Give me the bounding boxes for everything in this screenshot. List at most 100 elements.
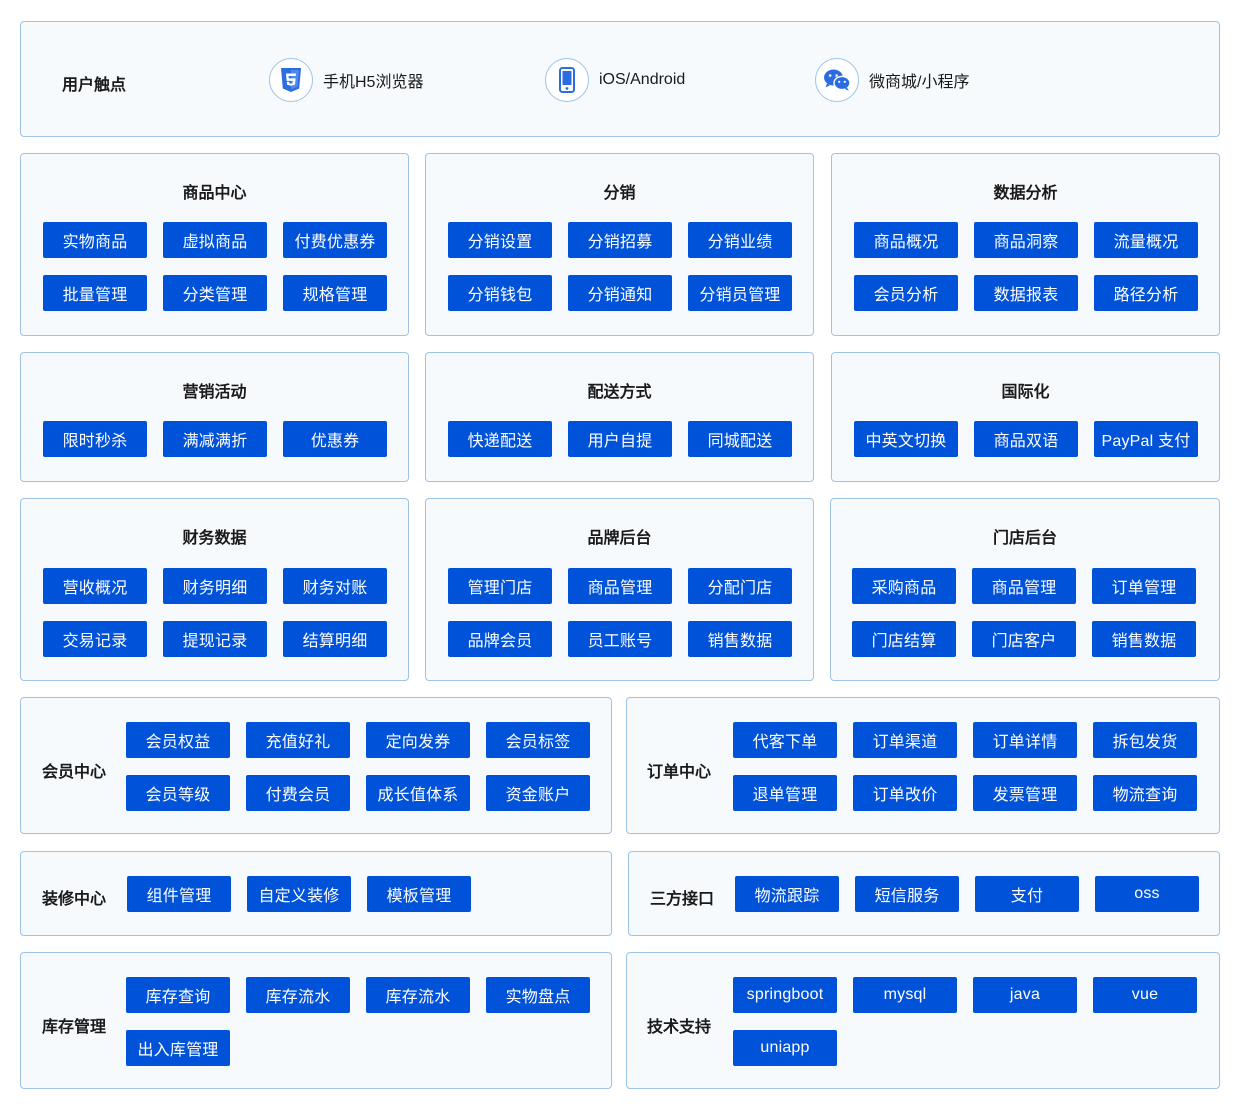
module-item[interactable]: 商品洞察 [974, 222, 1078, 258]
module-item[interactable]: 实物盘点 [486, 977, 590, 1013]
module-item[interactable]: 库存查询 [126, 977, 230, 1013]
module-item[interactable]: 会员分析 [854, 275, 958, 311]
module-item[interactable]: 订单管理 [1092, 568, 1196, 604]
module-item[interactable]: 退单管理 [733, 775, 837, 811]
touchpoint-label: iOS/Android [599, 71, 686, 88]
module-item[interactable]: 门店客户 [972, 621, 1076, 657]
module-item[interactable]: 模板管理 [367, 876, 471, 912]
module-item[interactable]: 发票管理 [973, 775, 1077, 811]
panel-title: 门店后台 [992, 530, 1057, 547]
module-item[interactable]: 管理门店 [448, 568, 552, 604]
module-item[interactable]: 商品双语 [974, 421, 1078, 457]
module-item[interactable]: 员工账号 [568, 621, 672, 657]
order-center-panel: 订单中心 代客下单 订单渠道 订单详情 拆包发货 退单管理 订单改价 发票管理 … [626, 697, 1220, 834]
module-item[interactable]: 商品管理 [972, 568, 1076, 604]
module-item[interactable]: 数据报表 [974, 275, 1078, 311]
module-item[interactable]: 短信服务 [855, 876, 959, 912]
module-item[interactable]: mysql [853, 977, 957, 1013]
module-item[interactable]: uniapp [733, 1030, 837, 1066]
module-item[interactable]: 交易记录 [43, 621, 147, 657]
panel-title: 会员中心 [42, 764, 107, 781]
module-item[interactable]: 实物商品 [43, 222, 147, 258]
module-item[interactable]: 规格管理 [283, 275, 387, 311]
module-item[interactable]: 物流跟踪 [735, 876, 839, 912]
module-item[interactable]: 财务对账 [283, 568, 387, 604]
module-item[interactable]: 分配门店 [688, 568, 792, 604]
module-item[interactable]: 限时秒杀 [43, 421, 147, 457]
touchpoint-label: 微商城/小程序 [869, 74, 970, 91]
module-item[interactable]: 资金账户 [486, 775, 590, 811]
module-item[interactable]: 自定义装修 [247, 876, 351, 912]
module-item[interactable]: 批量管理 [43, 275, 147, 311]
module-item[interactable]: 同城配送 [688, 421, 792, 457]
touchpoints-panel: 用户触点 手机H5浏览器 iOS/Android 微商城/小程序 [20, 21, 1220, 137]
module-item[interactable]: 优惠券 [283, 421, 387, 457]
decoration-center-panel: 装修中心 组件管理 自定义装修 模板管理 [20, 851, 612, 936]
module-item[interactable]: springboot [733, 977, 837, 1013]
module-item[interactable]: 定向发券 [366, 722, 470, 758]
module-item[interactable]: 采购商品 [852, 568, 956, 604]
touchpoint-wechat[interactable]: 微商城/小程序 [815, 57, 969, 103]
store-backend-panel: 门店后台 采购商品 商品管理 订单管理 门店结算 门店客户 销售数据 [830, 498, 1220, 681]
tech-support-panel: 技术支持 springboot mysql java vue uniapp [626, 952, 1220, 1089]
module-item[interactable]: 流量概况 [1094, 222, 1198, 258]
touchpoint-h5[interactable]: 手机H5浏览器 [269, 57, 423, 103]
module-item[interactable]: 充值好礼 [246, 722, 350, 758]
module-item[interactable]: 订单详情 [973, 722, 1077, 758]
module-item[interactable]: 商品概况 [854, 222, 958, 258]
module-item[interactable]: 付费优惠券 [283, 222, 387, 258]
module-item[interactable]: 销售数据 [688, 621, 792, 657]
module-item[interactable]: 结算明细 [283, 621, 387, 657]
module-item[interactable]: 库存流水 [246, 977, 350, 1013]
module-item[interactable]: 分销钱包 [448, 275, 552, 311]
module-item[interactable]: 支付 [975, 876, 1079, 912]
module-item[interactable]: 出入库管理 [126, 1030, 230, 1066]
module-item[interactable]: 分销招募 [568, 222, 672, 258]
module-item[interactable]: 会员等级 [126, 775, 230, 811]
touchpoint-app[interactable]: iOS/Android [545, 57, 685, 103]
module-item[interactable]: 销售数据 [1092, 621, 1196, 657]
module-item[interactable]: 库存流水 [366, 977, 470, 1013]
module-item[interactable]: 分销业绩 [688, 222, 792, 258]
module-item[interactable]: 中英文切换 [854, 421, 958, 457]
module-item[interactable]: 提现记录 [163, 621, 267, 657]
panel-title: 商品中心 [182, 185, 247, 202]
panel-title: 数据分析 [993, 185, 1058, 202]
module-item[interactable]: 成长值体系 [366, 775, 470, 811]
module-item[interactable]: 分销员管理 [688, 275, 792, 311]
marketing-panel: 营销活动 限时秒杀 满减满折 优惠券 [20, 352, 409, 482]
module-item[interactable]: vue [1093, 977, 1197, 1013]
module-item[interactable]: 虚拟商品 [163, 222, 267, 258]
module-item[interactable]: 会员权益 [126, 722, 230, 758]
module-item[interactable]: 门店结算 [852, 621, 956, 657]
module-item[interactable]: 满减满折 [163, 421, 267, 457]
panel-title: 国际化 [1001, 384, 1050, 401]
module-item[interactable]: 拆包发货 [1093, 722, 1197, 758]
module-item[interactable]: 组件管理 [127, 876, 231, 912]
module-item[interactable]: 分销设置 [448, 222, 552, 258]
module-item[interactable]: 付费会员 [246, 775, 350, 811]
module-item[interactable]: 营收概况 [43, 568, 147, 604]
module-item[interactable]: PayPal 支付 [1094, 421, 1198, 457]
panel-title: 分销 [603, 185, 636, 202]
brand-backend-panel: 品牌后台 管理门店 商品管理 分配门店 品牌会员 员工账号 销售数据 [425, 498, 814, 681]
module-item[interactable]: 商品管理 [568, 568, 672, 604]
panel-title: 库存管理 [42, 1019, 107, 1036]
touchpoints-title: 用户触点 [62, 77, 127, 94]
module-item[interactable]: 分类管理 [163, 275, 267, 311]
module-item[interactable]: 订单改价 [853, 775, 957, 811]
module-item[interactable]: 快递配送 [448, 421, 552, 457]
module-item[interactable]: 会员标签 [486, 722, 590, 758]
module-item[interactable]: 物流查询 [1093, 775, 1197, 811]
module-item[interactable]: 品牌会员 [448, 621, 552, 657]
module-item[interactable]: java [973, 977, 1077, 1013]
module-item[interactable]: 用户自提 [568, 421, 672, 457]
i18n-panel: 国际化 中英文切换 商品双语 PayPal 支付 [831, 352, 1220, 482]
module-item[interactable]: 代客下单 [733, 722, 837, 758]
module-item[interactable]: oss [1095, 876, 1199, 912]
panel-title: 三方接口 [650, 891, 715, 908]
module-item[interactable]: 分销通知 [568, 275, 672, 311]
module-item[interactable]: 财务明细 [163, 568, 267, 604]
module-item[interactable]: 路径分析 [1094, 275, 1198, 311]
module-item[interactable]: 订单渠道 [853, 722, 957, 758]
